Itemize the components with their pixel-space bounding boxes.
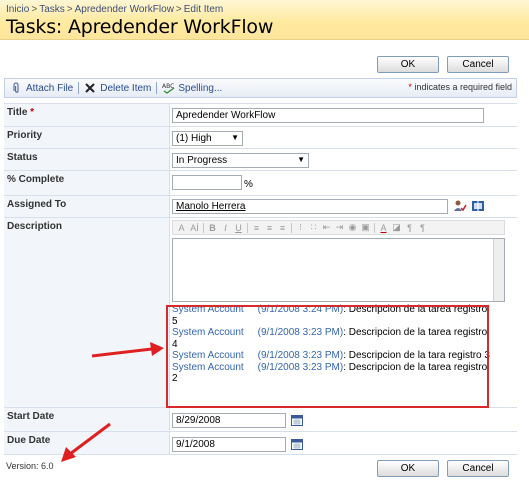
spelling-button[interactable]: ABC Spelling... <box>157 79 227 97</box>
breadcrumb: Inicio > Tasks > Apredender WorkFlow > Edit It… <box>6 4 223 15</box>
ltr-icon[interactable]: ¶ <box>403 223 416 233</box>
address-book-icon[interactable] <box>471 199 485 213</box>
rte-divider <box>291 222 292 233</box>
required-note-text: indicates a required field <box>414 82 512 92</box>
rte-divider <box>247 222 248 233</box>
priority-label: Priority <box>7 130 43 141</box>
description-label: Description <box>7 221 63 232</box>
background-color-icon[interactable]: ◪ <box>390 222 403 233</box>
title-row: Title * Apredender WorkFlow <box>4 103 517 126</box>
status-select[interactable]: In Progress ▼ <box>172 153 309 168</box>
item-toolbar: Attach File Delete Item ABC Spelling... … <box>4 78 517 98</box>
bulleted-list-icon[interactable]: ∷ <box>307 222 320 233</box>
percent-complete-input[interactable] <box>172 175 242 190</box>
rich-text-toolbar: A Aİ B I U ≡ ≡ ≡ ⁝ ∷ ⇤ ⇥ ◉ ▣ A ◪ ¶ ¶ <box>172 220 505 235</box>
cancel-button-top[interactable]: Cancel <box>447 56 509 73</box>
start-date-input[interactable]: 8/29/2008 <box>172 413 286 428</box>
delete-item-button[interactable]: Delete Item <box>79 79 156 97</box>
breadcrumb-separator: > <box>31 4 38 15</box>
dropdown-arrow-icon: ▼ <box>297 155 305 164</box>
breadcrumb-item-edit-item[interactable]: Edit Item <box>184 4 223 15</box>
spellcheck-icon: ABC <box>162 82 175 94</box>
title-input[interactable]: Apredender WorkFlow <box>172 108 484 123</box>
delete-item-label: Delete Item <box>100 82 152 94</box>
arrow-to-version-annotation <box>61 422 111 462</box>
label-cell: Description <box>4 218 170 407</box>
label-cell: % Complete <box>4 171 170 195</box>
priority-select[interactable]: (1) High ▼ <box>172 131 243 146</box>
attach-file-button[interactable]: Attach File <box>5 79 78 97</box>
start-date-label: Start Date <box>7 411 55 422</box>
underline-icon[interactable]: U <box>232 223 245 233</box>
status-row: Status In Progress ▼ <box>4 148 517 170</box>
label-cell: Priority <box>4 127 170 148</box>
italic-icon[interactable]: I <box>219 223 232 233</box>
image-icon[interactable]: ▣ <box>359 222 372 233</box>
delete-x-icon <box>84 82 96 94</box>
due-date-input[interactable]: 9/1/2008 <box>172 437 286 452</box>
spelling-label: Spelling... <box>178 82 223 94</box>
breadcrumb-item-list-item[interactable]: Apredender WorkFlow <box>75 4 174 15</box>
text-color-icon[interactable]: A <box>377 223 390 233</box>
page-title: Tasks: Apredender WorkFlow <box>6 16 274 38</box>
dropdown-arrow-icon: ▼ <box>231 133 239 142</box>
title-required-star: * <box>30 107 35 118</box>
align-left-icon[interactable]: ≡ <box>250 223 263 233</box>
breadcrumb-item-inicio[interactable]: Inicio <box>6 4 29 15</box>
breadcrumb-separator: > <box>175 4 182 15</box>
rtl-icon[interactable]: ¶ <box>416 223 429 233</box>
arrow-to-history-annotation <box>91 342 164 358</box>
font-icon[interactable]: A <box>175 223 188 233</box>
title-label: Title * <box>7 107 34 118</box>
hyperlink-icon[interactable]: ◉ <box>346 222 359 233</box>
assigned-to-row: Assigned To Manolo Herrera <box>4 195 517 217</box>
decrease-indent-icon[interactable]: ⇤ <box>320 222 333 233</box>
version-label: Version: 6.0 <box>6 461 54 471</box>
align-center-icon[interactable]: ≡ <box>263 223 276 233</box>
title-label-text: Title <box>7 107 28 118</box>
rte-divider <box>203 222 204 233</box>
paperclip-icon <box>10 82 22 94</box>
breadcrumb-separator: > <box>66 4 73 15</box>
calendar-icon[interactable] <box>291 414 303 426</box>
bold-icon[interactable]: B <box>206 223 219 233</box>
label-cell: Status <box>4 149 170 170</box>
attach-file-label: Attach File <box>26 82 74 94</box>
highlight-box <box>166 305 489 408</box>
page-header: Inicio > Tasks > Apredender WorkFlow > Edit It… <box>0 0 529 40</box>
priority-value: (1) High <box>176 133 212 144</box>
label-cell: Title * <box>4 104 170 126</box>
description-scrollbar[interactable] <box>493 239 504 301</box>
percent-complete-row: % Complete % <box>4 170 517 195</box>
percent-suffix: % <box>244 179 253 190</box>
description-editor[interactable] <box>172 238 505 302</box>
assigned-to-label: Assigned To <box>7 199 67 210</box>
check-names-icon[interactable] <box>453 199 467 213</box>
cancel-button-bottom[interactable]: Cancel <box>447 460 509 477</box>
breadcrumb-item-tasks[interactable]: Tasks <box>39 4 65 15</box>
numbered-list-icon[interactable]: ⁝ <box>294 222 307 233</box>
required-field-note: * indicates a required field <box>408 82 512 92</box>
increase-indent-icon[interactable]: ⇥ <box>333 222 346 233</box>
ok-button-bottom[interactable]: OK <box>377 460 439 477</box>
status-label: Status <box>7 152 38 163</box>
assigned-to-input[interactable]: Manolo Herrera <box>172 199 448 214</box>
percent-complete-label: % Complete <box>7 174 65 185</box>
required-star: * <box>408 82 412 92</box>
ok-button-top[interactable]: OK <box>377 56 439 73</box>
label-cell: Assigned To <box>4 196 170 217</box>
align-right-icon[interactable]: ≡ <box>276 223 289 233</box>
font-size-icon[interactable]: Aİ <box>188 223 201 233</box>
due-date-label: Due Date <box>7 435 51 446</box>
priority-row: Priority (1) High ▼ <box>4 126 517 148</box>
calendar-icon[interactable] <box>291 438 303 450</box>
status-value: In Progress <box>176 155 228 166</box>
rte-divider <box>374 222 375 233</box>
